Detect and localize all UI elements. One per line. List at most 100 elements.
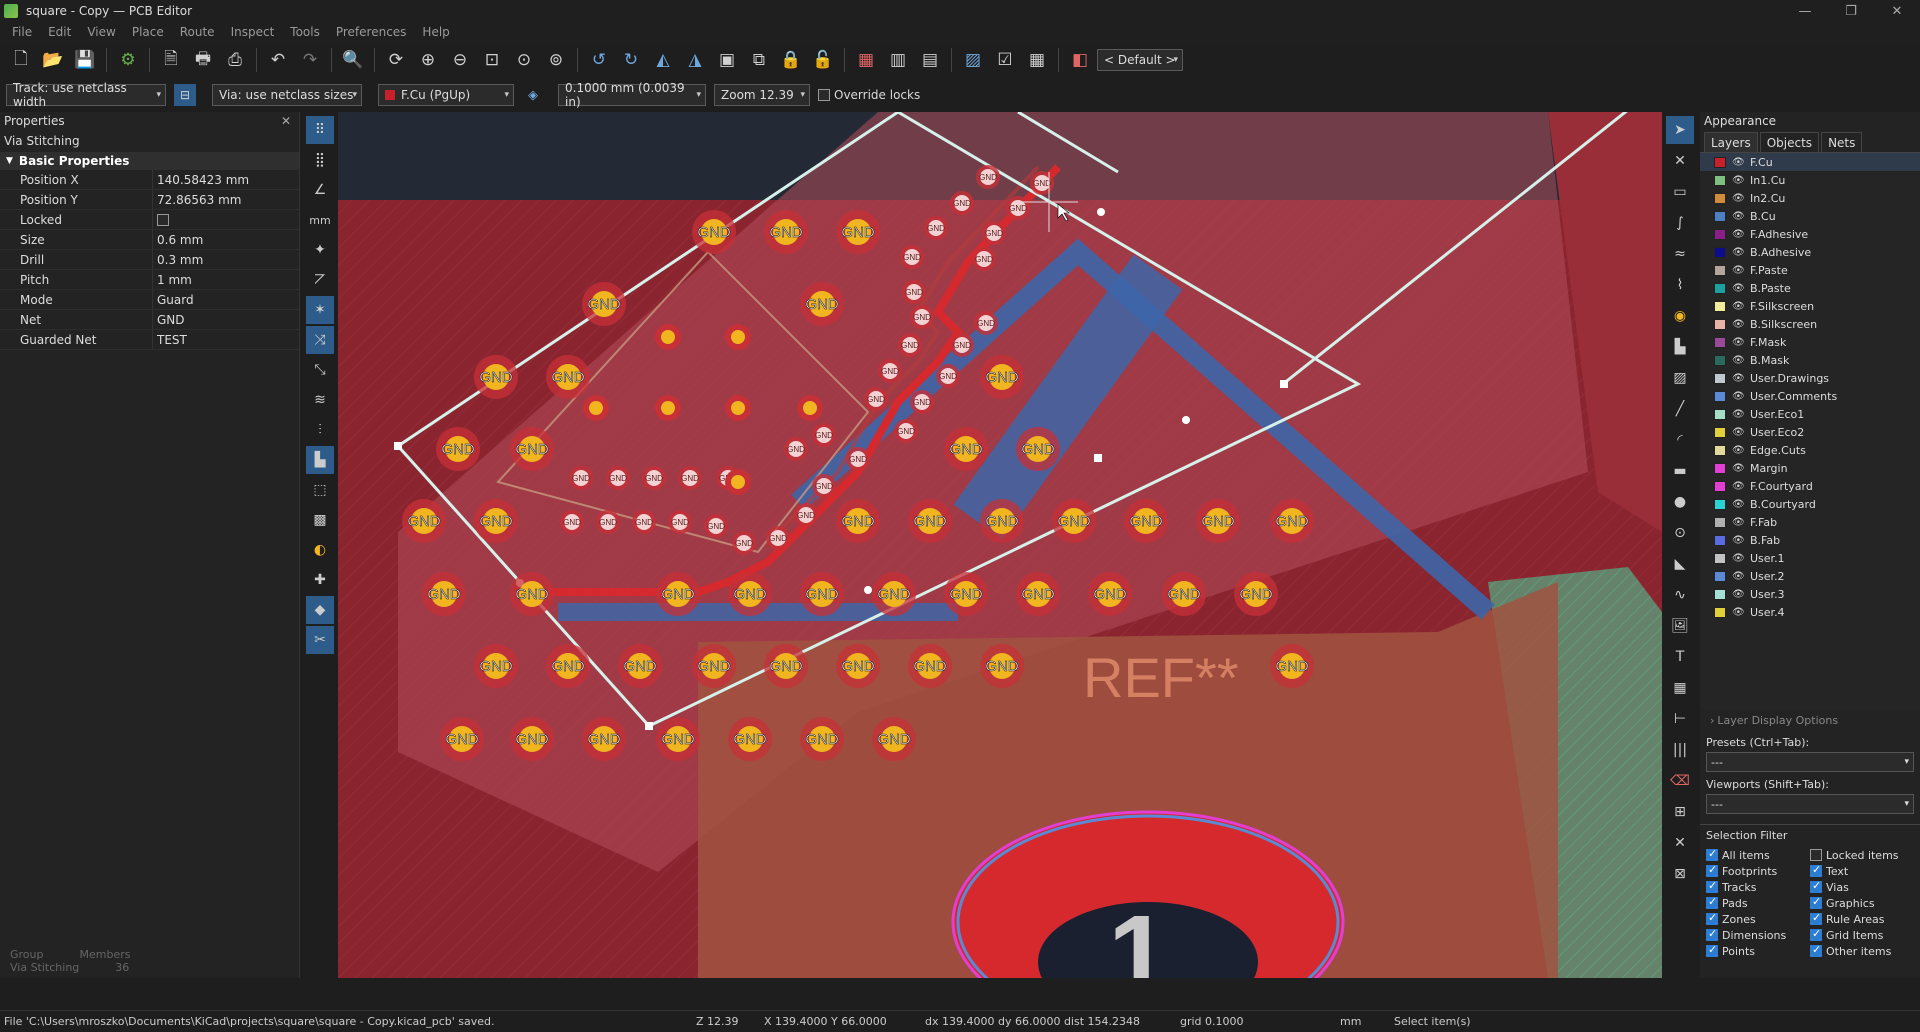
filter-checkbox[interactable]	[1810, 911, 1822, 925]
property-row[interactable]: Position Y 72.86563 mm	[0, 190, 299, 210]
ungroup-icon[interactable]: ⧉	[744, 45, 774, 75]
stitching-via[interactable]: GND	[972, 247, 996, 271]
visibility-eye-icon[interactable]: 👁	[1732, 283, 1746, 294]
gnd-via[interactable]: GND	[582, 717, 626, 761]
draw-line-icon[interactable]: ╱	[1666, 395, 1694, 423]
layer-row[interactable]: 👁 B.Cu	[1700, 207, 1920, 225]
property-value[interactable]: 0.6 mm	[152, 230, 299, 249]
properties-toggle-icon[interactable]: ✂	[306, 626, 334, 654]
layer-row[interactable]: 👁 B.Fab	[1700, 531, 1920, 549]
layer-row[interactable]: 👁 Edge.Cuts	[1700, 441, 1920, 459]
add-zone-icon[interactable]: ▙	[1666, 333, 1694, 361]
gnd-via[interactable]: GND	[1270, 644, 1314, 688]
property-value[interactable]: 0.3 mm	[152, 250, 299, 269]
layer-color-swatch[interactable]	[1714, 462, 1726, 474]
menu-place[interactable]: Place	[124, 25, 172, 39]
menu-preferences[interactable]: Preferences	[328, 25, 415, 39]
property-value[interactable]: TEST	[152, 330, 299, 349]
angle-snap-icon[interactable]: ⦢	[306, 266, 334, 294]
layer-color-swatch[interactable]	[1714, 534, 1726, 546]
polar-coords-icon[interactable]: ∠	[306, 176, 334, 204]
gnd-via[interactable]: GND	[474, 355, 518, 399]
footprint-pad[interactable]	[583, 395, 609, 421]
filter-checkbox[interactable]	[1706, 879, 1718, 893]
filter-checkbox[interactable]	[1810, 849, 1822, 861]
footprint-pad[interactable]	[797, 395, 823, 421]
visibility-eye-icon[interactable]: 👁	[1732, 157, 1746, 168]
menu-view[interactable]: View	[79, 25, 123, 39]
gnd-via[interactable]: GND	[1016, 427, 1060, 471]
measure-icon[interactable]: ✕	[1666, 829, 1694, 857]
via-display-icon[interactable]: ✚	[306, 566, 334, 594]
gnd-via[interactable]: GND	[980, 355, 1024, 399]
gnd-via[interactable]: GND	[908, 499, 952, 543]
gnd-via[interactable]: GND	[1124, 499, 1168, 543]
property-row[interactable]: Locked	[0, 210, 299, 230]
visibility-eye-icon[interactable]: 👁	[1732, 427, 1746, 438]
layer-color-swatch[interactable]	[1714, 210, 1726, 222]
stitching-via[interactable]: GND	[894, 419, 918, 443]
tab-layers[interactable]: Layers	[1704, 132, 1758, 152]
visibility-eye-icon[interactable]: 👁	[1732, 571, 1746, 582]
gnd-via[interactable]: GND	[764, 644, 808, 688]
visibility-eye-icon[interactable]: 👁	[1732, 481, 1746, 492]
gnd-via[interactable]: GND	[1088, 572, 1132, 616]
layer-color-swatch[interactable]	[1714, 480, 1726, 492]
layer-color-swatch[interactable]	[1714, 174, 1726, 186]
stitching-via[interactable]: GND	[982, 221, 1006, 245]
draw-polygon-icon[interactable]: ◣	[1666, 550, 1694, 578]
layer-color-swatch[interactable]	[1714, 246, 1726, 258]
page-settings-icon[interactable]: 🗎	[156, 45, 186, 75]
layer-row[interactable]: 👁 User.Eco1	[1700, 405, 1920, 423]
stitching-via[interactable]: GND	[950, 191, 974, 215]
stitching-via[interactable]: GND	[704, 514, 728, 538]
footprint-pad[interactable]	[655, 324, 681, 350]
property-row[interactable]: Mode Guard	[0, 290, 299, 310]
layer-color-swatch[interactable]	[1714, 516, 1726, 528]
footprint-pad[interactable]	[655, 395, 681, 421]
gnd-via[interactable]: GND	[980, 644, 1024, 688]
stitching-via[interactable]: GND	[974, 311, 998, 335]
unlock-icon[interactable]: 🔓	[808, 45, 838, 75]
property-value[interactable]	[152, 210, 299, 229]
stitching-via[interactable]: GND	[1030, 171, 1054, 195]
gnd-via[interactable]: GND	[546, 355, 590, 399]
selection-filter-item[interactable]: Graphics	[1810, 895, 1914, 910]
stitching-via[interactable]: GND	[898, 333, 922, 357]
gnd-via[interactable]: GND	[582, 282, 626, 326]
layer-color-swatch[interactable]	[1714, 606, 1726, 618]
draw-arc-icon[interactable]: ◜	[1666, 426, 1694, 454]
layer-color-swatch[interactable]	[1714, 498, 1726, 510]
stitching-via[interactable]: GND	[812, 423, 836, 447]
menu-file[interactable]: File	[4, 25, 40, 39]
layer-color-swatch[interactable]	[1714, 390, 1726, 402]
close-icon[interactable]: ✕	[281, 114, 291, 128]
layer-color-swatch[interactable]	[1714, 444, 1726, 456]
visibility-eye-icon[interactable]: 👁	[1732, 193, 1746, 204]
property-value[interactable]: Guard	[152, 290, 299, 309]
filter-checkbox[interactable]	[1810, 927, 1822, 941]
layer-row[interactable]: 👁 User.Comments	[1700, 387, 1920, 405]
layer-color-swatch[interactable]	[1714, 588, 1726, 600]
draw-point-icon[interactable]: ⊙	[1666, 519, 1694, 547]
layer-row[interactable]: 👁 F.Cu	[1700, 153, 1920, 171]
property-value[interactable]: 140.58423 mm	[152, 170, 299, 189]
undo-icon[interactable]: ↶	[263, 45, 293, 75]
gnd-via[interactable]: GND	[872, 717, 916, 761]
new-board-icon[interactable]: 🗋	[6, 45, 36, 75]
grid-overlay-icon[interactable]: ⣿	[306, 146, 334, 174]
layer-row[interactable]: 👁 In1.Cu	[1700, 171, 1920, 189]
stitching-via[interactable]: GND	[1006, 196, 1030, 220]
layer-color-swatch[interactable]	[1714, 354, 1726, 366]
selection-filter-item[interactable]: Vias	[1810, 879, 1914, 894]
maximize-button[interactable]: ❐	[1828, 0, 1874, 22]
property-row[interactable]: Guarded Net TEST	[0, 330, 299, 350]
stitching-via[interactable]: GND	[950, 333, 974, 357]
drc-icon[interactable]: ☑	[990, 45, 1020, 75]
layer-row[interactable]: 👁 User.4	[1700, 603, 1920, 621]
footprint-pad[interactable]	[725, 395, 751, 421]
gnd-via[interactable]: GND	[836, 499, 880, 543]
add-via-icon[interactable]: ◉	[1666, 302, 1694, 330]
stitching-via[interactable]: GND	[910, 390, 934, 414]
visibility-eye-icon[interactable]: 👁	[1732, 553, 1746, 564]
